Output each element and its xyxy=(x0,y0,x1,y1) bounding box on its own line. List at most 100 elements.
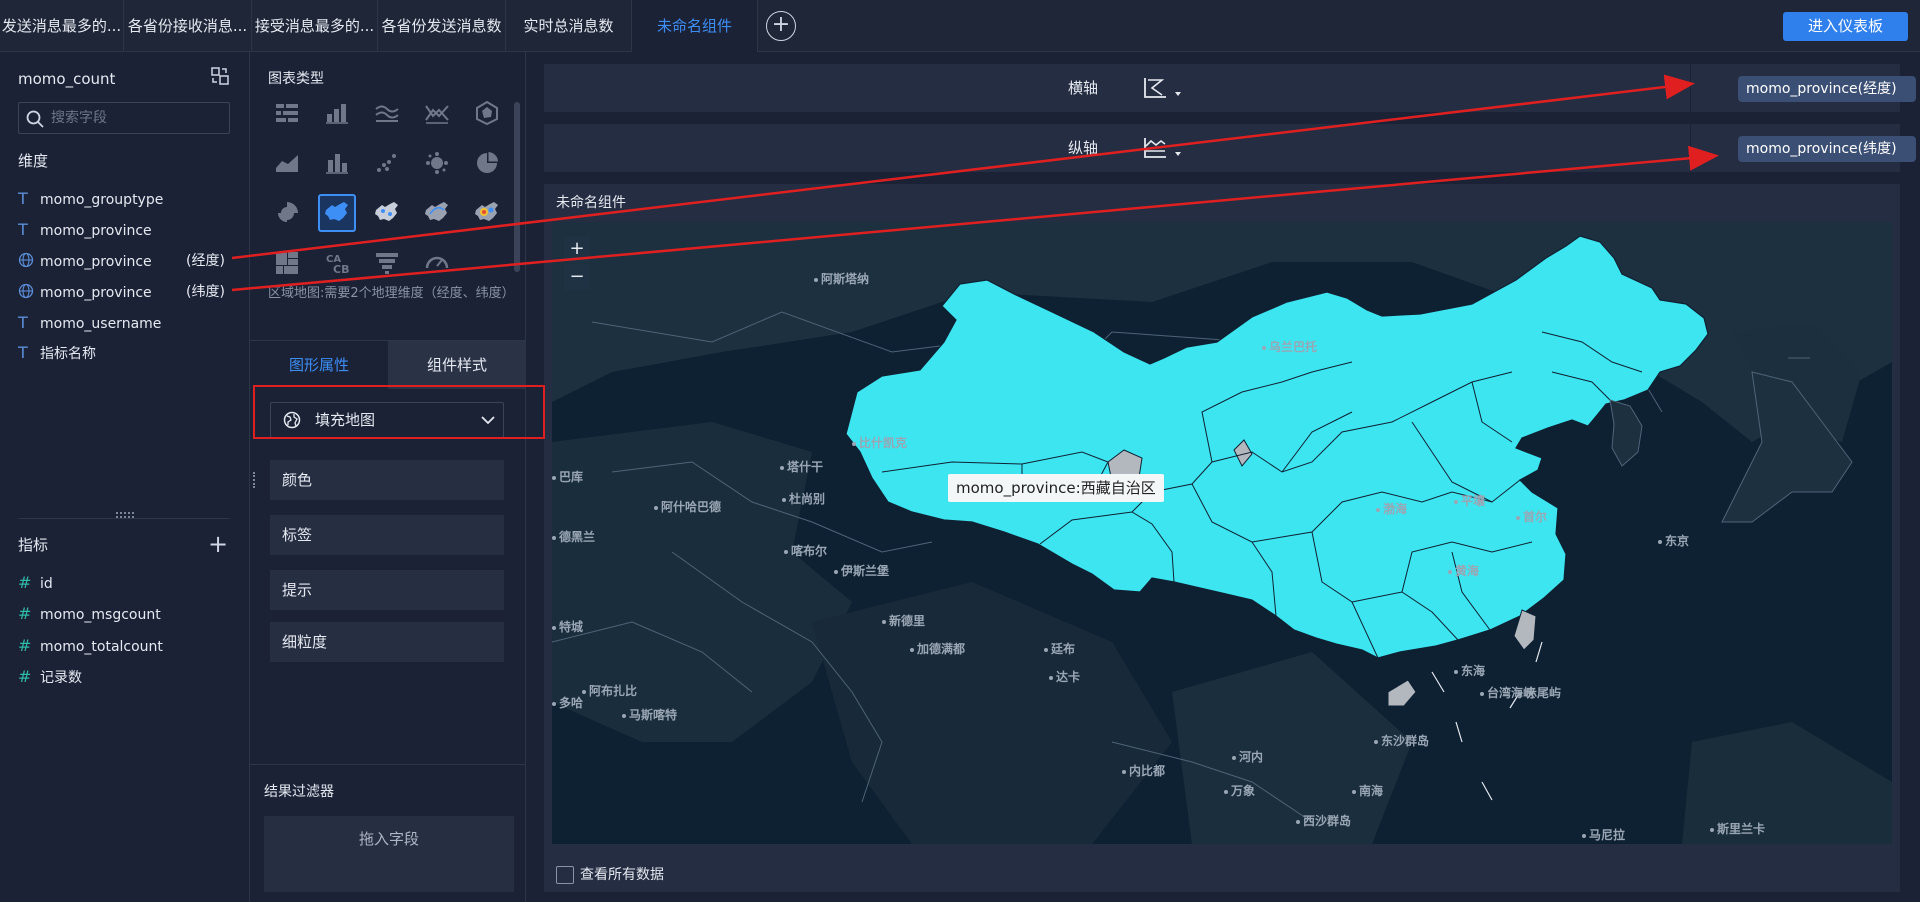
chart-type-word-cloud[interactable]: CA CB xyxy=(318,244,356,282)
app-root: 发送消息最多的... 各省份接收消息... 接受消息最多的... 各省份发送消息… xyxy=(0,0,1920,902)
zoom-out-button[interactable]: − xyxy=(564,264,590,290)
flow-map-icon xyxy=(425,202,448,221)
map-label: 达卡 xyxy=(1049,668,1080,685)
chart-type-bubble[interactable] xyxy=(418,144,456,182)
tab-bar: 发送消息最多的... 各省份接收消息... 接受消息最多的... 各省份发送消息… xyxy=(0,0,1920,52)
tab-province-send[interactable]: 各省份发送消息数 xyxy=(378,0,506,52)
dimension-item[interactable]: Tmomo_province xyxy=(18,217,238,243)
field-search-input[interactable] xyxy=(51,103,226,133)
property-tabs: 图形属性 组件样式 xyxy=(250,340,526,389)
annotation-box xyxy=(253,385,545,439)
panel-divider xyxy=(18,518,230,519)
hash-icon: # xyxy=(18,667,32,686)
drag-handle[interactable] xyxy=(253,472,257,488)
chart-type-grouped-table[interactable] xyxy=(268,94,306,132)
view-all-data-label: 查看所有数据 xyxy=(580,867,664,883)
table-chart-icon xyxy=(276,104,298,122)
add-tab-button[interactable]: + xyxy=(766,11,796,41)
region-map[interactable]: + − 阿斯塔纳 乌兰巴托 比什凯克 塔什干 杜尚别 阿什哈巴德 喀布尔 伊斯兰… xyxy=(552,222,1892,844)
chart-type-rect-tree[interactable] xyxy=(268,244,306,282)
tab-unnamed-component[interactable]: 未命名组件 xyxy=(632,0,758,52)
field-name: id xyxy=(40,576,53,592)
map-label: 杜尚别 xyxy=(782,490,825,507)
chart-type-point-map[interactable] xyxy=(368,194,406,232)
chart-type-line[interactable] xyxy=(368,94,406,132)
area-chart-icon xyxy=(276,155,298,172)
chart-type-area[interactable] xyxy=(268,144,306,182)
prop-granularity[interactable]: 细粒度 xyxy=(270,622,504,662)
scatter-chart-icon xyxy=(377,154,396,172)
field-suffix: (经度) xyxy=(186,253,225,269)
field-name: 记录数 xyxy=(40,670,82,686)
chart-type-pie[interactable] xyxy=(468,144,506,182)
y-axis-type-icon[interactable] xyxy=(1142,136,1184,162)
chart-type-gauge[interactable] xyxy=(418,244,456,282)
chart-type-region-map[interactable] xyxy=(318,194,356,232)
bubble-chart-icon xyxy=(426,152,448,174)
tab-graph-properties[interactable]: 图形属性 xyxy=(250,341,388,389)
map-label: 乌兰巴托 xyxy=(1262,338,1317,355)
x-axis-type-icon[interactable] xyxy=(1142,76,1184,102)
tab-realtime-total[interactable]: 实时总消息数 xyxy=(506,0,632,52)
map-label: 内比都 xyxy=(1122,762,1165,779)
prop-color[interactable]: 颜色 xyxy=(270,460,504,500)
chart-type-stacked-bar[interactable] xyxy=(318,144,356,182)
drop-field-zone[interactable]: 拖入字段 xyxy=(264,816,514,892)
chart-config-panel: 图表类型 CA CB 区域地图:需要2个地理维度（经度、纬度） 图形属性 组件样式… xyxy=(250,52,526,902)
chart-type-combo[interactable] xyxy=(418,94,456,132)
switch-dataset-icon[interactable] xyxy=(210,66,230,86)
text-type-icon: T xyxy=(18,189,28,208)
chart-type-rose[interactable] xyxy=(268,194,306,232)
map-tooltip: momo_province:西藏自治区 xyxy=(948,474,1164,502)
prop-tooltip[interactable]: 提示 xyxy=(270,570,504,610)
x-axis-field-pill[interactable]: momo_province(经度) xyxy=(1738,76,1916,102)
measure-item[interactable]: # momo_msgcount xyxy=(18,601,238,627)
field-name: momo_province xyxy=(40,285,152,301)
line-chart-icon xyxy=(375,105,399,122)
dimension-item[interactable]: T 指标名称 xyxy=(18,340,238,366)
text-type-icon: T xyxy=(18,313,28,332)
point-map-icon xyxy=(375,202,398,221)
dimension-item[interactable]: Tmomo_username xyxy=(18,310,238,336)
view-all-data-checkbox[interactable]: 查看所有数据 xyxy=(556,864,664,886)
measure-item[interactable]: # 记录数 xyxy=(18,664,238,690)
prop-label[interactable]: 标签 xyxy=(270,515,504,555)
map-label: 西沙群岛 xyxy=(1296,812,1351,829)
dataset-name: momo_count xyxy=(18,70,116,88)
tab-receive-most[interactable]: 接受消息最多的... xyxy=(252,0,378,52)
chart-type-scrollbar[interactable] xyxy=(514,102,520,272)
tab-province-receive[interactable]: 各省份接收消息... xyxy=(124,0,252,52)
globe-icon xyxy=(18,248,40,274)
tab-component-style[interactable]: 组件样式 xyxy=(388,341,526,389)
enter-dashboard-button[interactable]: 进入仪表板 xyxy=(1783,12,1908,41)
chart-type-flow-map[interactable] xyxy=(418,194,456,232)
chart-type-bar[interactable] xyxy=(318,94,356,132)
chart-type-radar[interactable] xyxy=(468,94,506,132)
map-label: 东海 xyxy=(1454,662,1485,679)
chart-type-funnel[interactable] xyxy=(368,244,406,282)
svg-text:CB: CB xyxy=(333,263,349,276)
add-measure-button[interactable]: + xyxy=(208,532,228,556)
map-label: 特城 xyxy=(552,618,583,635)
tab-send-most[interactable]: 发送消息最多的... xyxy=(0,0,124,52)
dimension-item[interactable]: momo_province (纬度) xyxy=(18,279,238,305)
word-cloud-icon: CACB xyxy=(326,254,349,276)
map-label: 阿布扎比 xyxy=(582,682,637,699)
dimension-item[interactable]: Tmomo_grouptype xyxy=(18,186,238,212)
y-axis-field-pill[interactable]: momo_province(纬度) xyxy=(1738,136,1916,162)
tooltip-value: 西藏自治区 xyxy=(1080,479,1156,497)
map-label: 首尔 xyxy=(1516,508,1547,525)
chart-type-scatter[interactable] xyxy=(368,144,406,182)
y-axis-label: 纵轴 xyxy=(1068,139,1099,157)
plus-icon: + xyxy=(771,12,791,37)
map-label: 喀布尔 xyxy=(784,542,827,559)
measure-item[interactable]: # momo_totalcount xyxy=(18,633,238,659)
dimension-item[interactable]: momo_province (经度) xyxy=(18,248,238,274)
field-name: momo_totalcount xyxy=(40,639,163,655)
zoom-in-button[interactable]: + xyxy=(564,236,590,262)
chart-type-heat-map[interactable] xyxy=(468,194,506,232)
chart-card: 未命名组件 + − 阿斯塔纳 乌兰巴托 比什凯克 塔什干 杜尚别 阿什哈巴德 喀… xyxy=(544,184,1900,892)
axis-separator xyxy=(1690,64,1691,112)
measure-item[interactable]: # id xyxy=(18,570,238,596)
funnel-chart-icon xyxy=(376,253,398,274)
